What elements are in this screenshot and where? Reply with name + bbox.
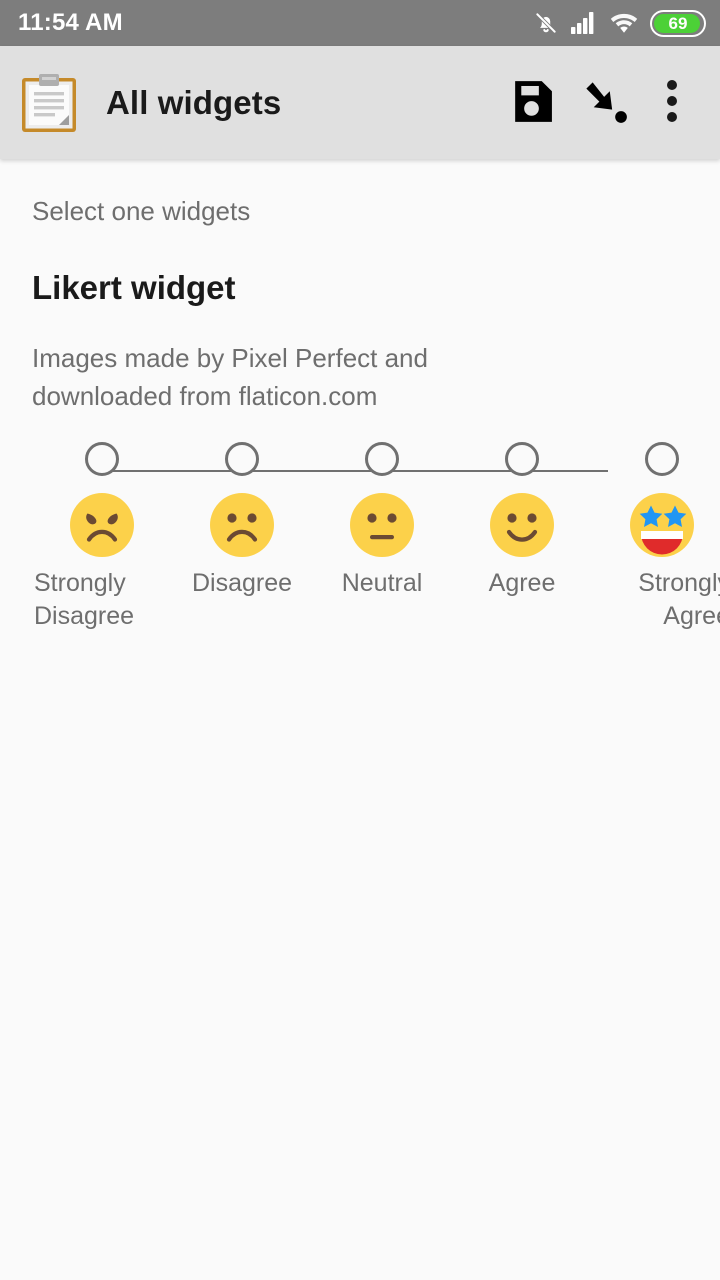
likert-label-3: Neutral <box>341 568 423 597</box>
likert-option-strongly-agree[interactable]: Strongly Agree <box>592 441 720 633</box>
likert-label-2: Disagree <box>191 568 293 597</box>
content-area: Select one widgets Likert widget Images … <box>0 197 720 632</box>
likert-label-4: Agree <box>488 568 556 597</box>
status-bar: 11:54 AM 69 <box>0 0 720 46</box>
status-icons: 69 <box>533 9 706 37</box>
page-title: All widgets <box>106 83 282 121</box>
bell-mute-icon <box>533 10 559 36</box>
likert-option-neutral[interactable]: Neutral <box>312 441 452 633</box>
angry-face-icon[interactable] <box>70 492 134 557</box>
arrow-down-right-icon <box>579 75 631 130</box>
likert-radio-2[interactable] <box>225 441 259 476</box>
likert-label-5: Strongly Agree <box>638 568 720 630</box>
wifi-icon <box>610 11 638 35</box>
app-bar-actions <box>494 66 702 140</box>
likert-radio-4[interactable] <box>505 441 539 476</box>
app-bar: All widgets <box>0 46 720 159</box>
status-time: 11:54 AM <box>18 9 123 36</box>
battery-indicator: 69 <box>650 9 706 37</box>
neutral-face-icon[interactable] <box>350 492 414 557</box>
widget-title: Likert widget <box>32 268 236 306</box>
likert-label-1: Strongly Disagree <box>34 568 135 630</box>
likert-radio-1[interactable] <box>85 441 119 476</box>
smiling-face-icon[interactable] <box>490 492 554 557</box>
select-hint: Select one widgets <box>32 196 251 226</box>
likert-options: Strongly Disagree Disagree Neutral Agree… <box>32 441 720 633</box>
more-vertical-icon <box>667 79 677 126</box>
likert-option-strongly-disagree[interactable]: Strongly Disagree <box>32 441 172 633</box>
clipboard-icon <box>20 72 78 134</box>
battery-level: 69 <box>668 13 688 33</box>
frowning-face-icon[interactable] <box>210 492 274 557</box>
signal-bars-icon <box>571 11 598 35</box>
star-struck-face-icon[interactable] <box>630 492 694 557</box>
likert-widget: Strongly Disagree Disagree Neutral Agree… <box>32 441 720 633</box>
likert-radio-5[interactable] <box>645 441 679 476</box>
load-button[interactable] <box>568 66 642 140</box>
widget-credit: Images made by Pixel Perfect and downloa… <box>32 342 428 412</box>
floppy-disk-icon <box>507 77 556 129</box>
likert-option-disagree[interactable]: Disagree <box>172 441 312 633</box>
likert-option-agree[interactable]: Agree <box>452 441 592 633</box>
save-button[interactable] <box>494 66 568 140</box>
likert-radio-3[interactable] <box>365 441 399 476</box>
overflow-menu-button[interactable] <box>642 66 702 140</box>
